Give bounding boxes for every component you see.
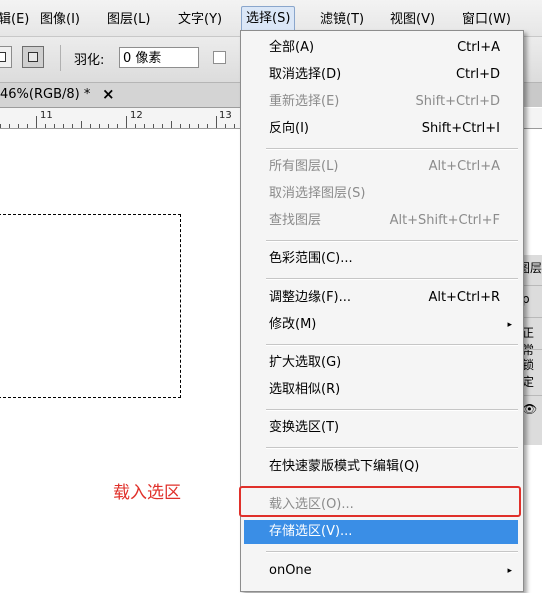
menu-item-onone[interactable]: onOne ▸	[244, 559, 518, 583]
ruler-tick	[99, 124, 100, 128]
ruler-tick	[27, 124, 28, 128]
menu-item-grow[interactable]: 扩大选取(G)	[244, 351, 518, 375]
menu-item-all-layers: 所有图层(L) Alt+Ctrl+A	[269, 159, 500, 174]
menu-select[interactable]: 选择(S)	[241, 6, 296, 32]
ruler-tick	[9, 124, 10, 128]
selection-marquee	[0, 214, 181, 398]
ruler-tick	[189, 124, 190, 128]
ruler-tick	[126, 116, 127, 128]
menu-item-modify[interactable]: 修改(M) ▸	[244, 313, 518, 337]
ruler-tick	[171, 121, 172, 128]
ruler-tick	[0, 124, 1, 128]
ruler-tick	[198, 124, 199, 128]
menu-view[interactable]: 视图(V)	[390, 10, 435, 30]
ruler-tick	[234, 124, 235, 128]
menu-separator	[266, 240, 518, 242]
menu-item-transform-selection[interactable]: 变换选区(T)	[244, 416, 518, 440]
menu-item-save-selection[interactable]: 存储选区(V)...	[244, 520, 518, 544]
feather-label: 羽化:	[74, 53, 105, 68]
ruler-tick	[18, 124, 19, 128]
new-selection-icon[interactable]	[0, 46, 12, 68]
menu-separator	[266, 278, 518, 280]
annotation-highlight-box	[239, 486, 521, 517]
ruler-label: 13	[219, 110, 232, 121]
ruler-tick	[54, 124, 55, 128]
intersect-selection-icon[interactable]	[22, 46, 44, 68]
ruler-tick	[90, 124, 91, 128]
ruler-tick	[144, 124, 145, 128]
ruler-tick	[216, 116, 217, 128]
menu-separator	[266, 344, 518, 346]
document-tab-title: 46%(RGB/8) *	[0, 87, 91, 102]
menu-window[interactable]: 窗口(W)	[462, 10, 511, 30]
ruler-tick	[117, 124, 118, 128]
ruler-tick	[108, 124, 109, 128]
ruler-tick	[81, 121, 82, 128]
menu-layer[interactable]: 图层(L)	[107, 10, 150, 30]
menu-separator	[266, 409, 518, 411]
ruler-tick	[135, 124, 136, 128]
anti-alias-checkbox[interactable]	[213, 51, 226, 64]
ruler-tick	[45, 124, 46, 128]
menu-item-color-range[interactable]: 色彩范围(C)...	[244, 247, 518, 271]
menu-item-inverse[interactable]: 反向(I) Shift+Ctrl+I	[244, 117, 518, 141]
submenu-arrow-icon: ▸	[507, 566, 512, 576]
ruler-tick	[72, 124, 73, 128]
eye-icon[interactable]: 👁	[522, 402, 537, 416]
menu-item-refine-edge[interactable]: 调整边缘(F)... Alt+Ctrl+R	[244, 286, 518, 310]
ruler-tick	[63, 124, 64, 128]
menu-item-all[interactable]: 全部(A) Ctrl+A	[244, 36, 518, 60]
menu-separator	[266, 551, 518, 553]
menu-separator	[266, 148, 518, 150]
ruler-tick	[180, 124, 181, 128]
menu-item-similar[interactable]: 选取相似(R)	[244, 378, 518, 402]
feather-input[interactable]: 0 像素	[119, 47, 199, 68]
menu-item-deselect[interactable]: 取消选择(D) Ctrl+D	[244, 63, 518, 87]
close-icon[interactable]: ×	[102, 85, 115, 103]
menu-item-reselect: 重新选择(E) Shift+Ctrl+D	[269, 94, 500, 109]
menu-item-deselect-layers: 取消选择图层(S)	[269, 186, 366, 201]
options-divider	[60, 45, 61, 71]
document-tab[interactable]: 46%(RGB/8) * ×	[0, 83, 240, 108]
ruler-label: 11	[40, 110, 53, 121]
menu-image[interactable]: 图像(I)	[40, 10, 80, 30]
ruler-tick	[36, 116, 37, 128]
menu-item-quick-mask[interactable]: 在快速蒙版模式下编辑(Q)	[244, 455, 518, 479]
submenu-arrow-icon: ▸	[507, 320, 512, 330]
ruler-label: 12	[130, 110, 143, 121]
annotation-label: 载入选区	[113, 483, 181, 503]
menu-separator	[266, 447, 518, 449]
ruler-tick	[207, 124, 208, 128]
ruler-tick	[162, 124, 163, 128]
lock-label: 锁定	[522, 358, 535, 389]
ruler-tick	[153, 124, 154, 128]
menu-item-find-layers: 查找图层 Alt+Shift+Ctrl+F	[269, 213, 500, 228]
menu-edit[interactable]: 辑(E)	[0, 10, 29, 30]
menu-filter[interactable]: 滤镜(T)	[320, 10, 364, 30]
menu-type[interactable]: 文字(Y)	[178, 10, 222, 30]
ruler-tick	[225, 124, 226, 128]
